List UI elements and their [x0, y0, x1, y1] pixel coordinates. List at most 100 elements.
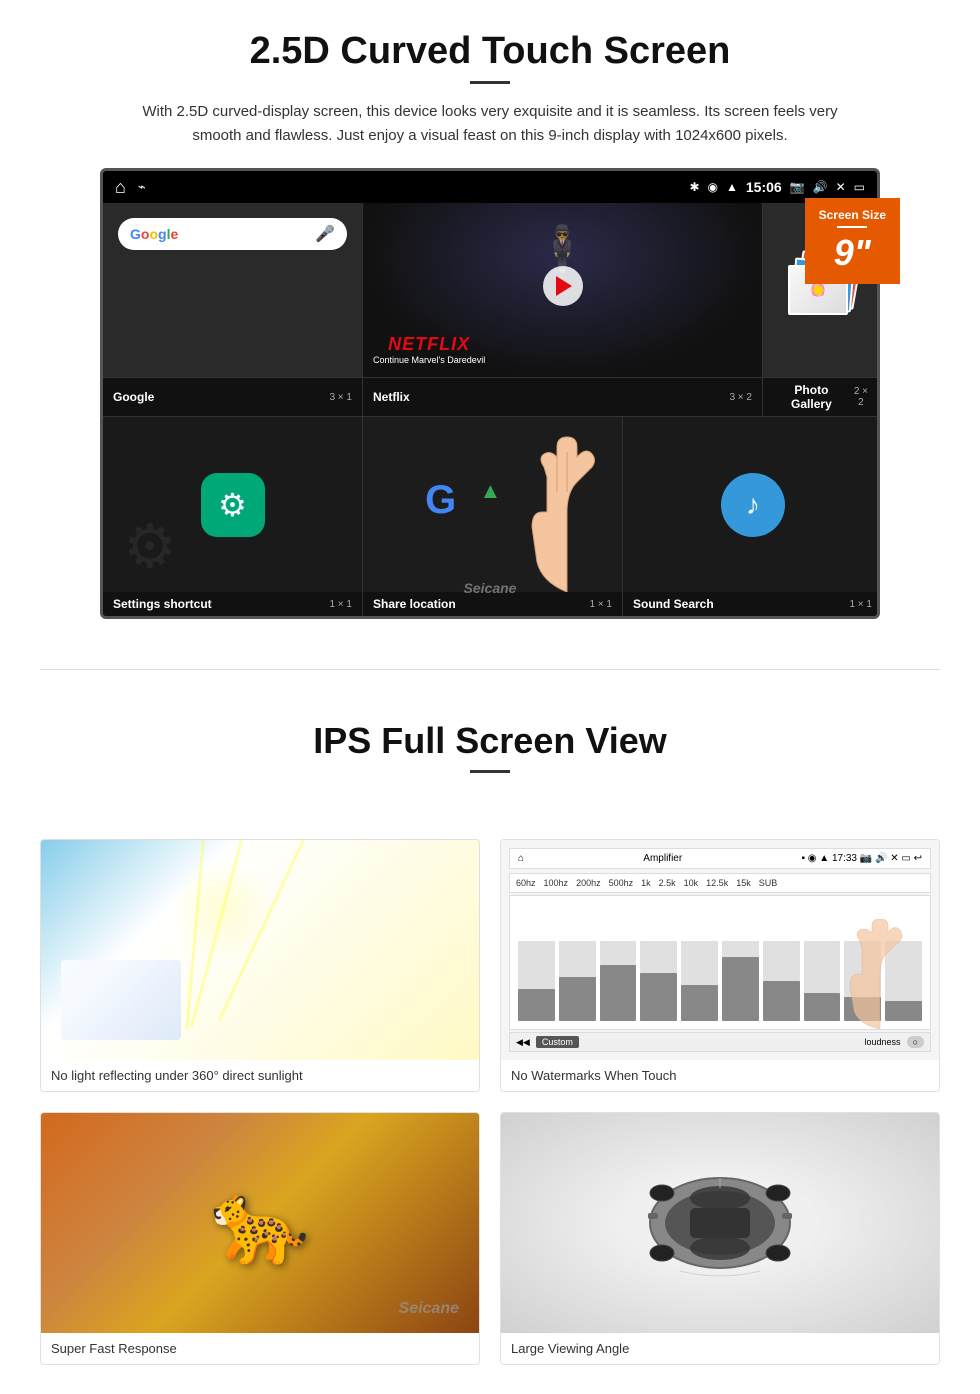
- eq-bar-3: [600, 941, 637, 1021]
- app-labels-row2: Settings shortcut 1 × 1 Share location 1…: [103, 592, 877, 616]
- equalizer-caption: No Watermarks When Touch: [501, 1060, 939, 1091]
- eq-bar-2: [559, 941, 596, 1021]
- volume-icon: 🔊: [813, 180, 828, 194]
- camera-icon: 📷: [790, 180, 805, 194]
- maps-app-cell[interactable]: G ▲: [363, 417, 623, 592]
- maps-label-name: Share location: [373, 597, 456, 611]
- eq-home-icon: ⌂: [518, 853, 524, 864]
- eq-bar-6: [722, 941, 759, 1021]
- eq-bars-container: [509, 895, 931, 1030]
- device-screen: ⌂ ⌁ ✱ ◉ ▲ 15:06 📷 🔊 ✕ ▭: [100, 168, 880, 619]
- eq-header: ⌂ Amplifier ▪ ◉ ▲ 17:33 📷 🔊 ✕ ▭ ↩: [509, 848, 931, 869]
- window-icon: ▭: [854, 180, 865, 194]
- app-grid-row1: Google 🎤 🕴 NETFLI: [103, 203, 877, 378]
- app-labels-row1: Google 3 × 1 Netflix 3 × 2 Photo Gallery…: [103, 378, 877, 417]
- image-card-cheetah: 🐆 Seicane Super Fast Response: [40, 1112, 480, 1365]
- section-ips-screen: IPS Full Screen View: [0, 700, 980, 819]
- netflix-app-cell[interactable]: 🕴 NETFLIX Continue Marvel's Daredevil: [363, 203, 763, 377]
- photo-label: Photo Gallery 2 × 2: [763, 378, 880, 416]
- google-label-name: Google: [113, 390, 154, 404]
- cheetah-watermark: Seicane: [399, 1300, 459, 1318]
- equalizer-visual: ⌂ Amplifier ▪ ◉ ▲ 17:33 📷 🔊 ✕ ▭ ↩ 60hz10…: [501, 840, 939, 1060]
- car-top-view-svg: [620, 1163, 820, 1283]
- sunlight-caption: No light reflecting under 360° direct su…: [41, 1060, 479, 1091]
- music-icon: ♪: [721, 473, 785, 537]
- sunlight-visual: [41, 840, 479, 1060]
- music-app-cell[interactable]: ♪: [623, 417, 880, 592]
- music-label: Sound Search 1 × 1: [623, 592, 880, 616]
- home-icon[interactable]: ⌂: [115, 177, 126, 198]
- music-label-name: Sound Search: [633, 597, 714, 611]
- badge-divider: [837, 226, 867, 228]
- wifi-icon: ▲: [726, 180, 738, 194]
- status-time: 15:06: [746, 179, 782, 195]
- title-divider: [470, 81, 510, 84]
- google-logo: Google: [130, 226, 178, 242]
- maps-g-icon: G: [425, 478, 456, 523]
- image-card-sunlight: No light reflecting under 360° direct su…: [40, 839, 480, 1092]
- badge-title: Screen Size: [819, 208, 886, 222]
- bg-circle-1: ⚙: [123, 512, 177, 582]
- device-mockup: Screen Size 9" ⌂ ⌁ ✱ ◉ ▲ 15:06 📷 🔊 ✕: [100, 168, 880, 619]
- section-divider-line: [40, 669, 940, 670]
- mic-icon[interactable]: 🎤: [315, 224, 335, 244]
- cheetah-icon: 🐆: [210, 1176, 310, 1270]
- image-card-car: Large Viewing Angle: [500, 1112, 940, 1365]
- status-bar-left: ⌂ ⌁: [115, 177, 146, 198]
- eq-freq-labels: 60hz100hz200hz500hz1k2.5k10k12.5k15kSUB: [509, 873, 931, 893]
- gear-icon: ⚙: [218, 486, 247, 524]
- music-label-size: 1 × 1: [849, 599, 872, 610]
- app-grid-row2: ⚙ ⚙ G ▲: [103, 417, 877, 592]
- usb-icon: ⌁: [138, 179, 146, 195]
- maps-arrow-icon: ▲: [480, 478, 502, 504]
- eq-title: Amplifier: [643, 853, 682, 864]
- eq-bar-8: [804, 941, 841, 1021]
- netflix-brand: NETFLIX: [373, 334, 485, 355]
- screen-reflection: [61, 960, 181, 1040]
- status-bar-right: ✱ ◉ ▲ 15:06 📷 🔊 ✕ ▭: [689, 179, 865, 195]
- badge-size-value: 9": [819, 232, 886, 274]
- settings-label-name: Settings shortcut: [113, 597, 212, 611]
- cheetah-caption: Super Fast Response: [41, 1333, 479, 1364]
- maps-label: Share location 1 × 1: [363, 592, 623, 616]
- cheetah-visual: 🐆 Seicane: [41, 1113, 479, 1333]
- play-triangle: [556, 276, 572, 296]
- netflix-label-size: 3 × 2: [729, 392, 752, 403]
- settings-label: Settings shortcut 1 × 1: [103, 592, 363, 616]
- eq-bar-1: [518, 941, 555, 1021]
- screen-size-badge: Screen Size 9": [805, 198, 900, 284]
- section1-description: With 2.5D curved-display screen, this de…: [140, 100, 840, 148]
- section-curved-screen: 2.5D Curved Touch Screen With 2.5D curve…: [0, 0, 980, 639]
- photo-label-size: 2 × 2: [850, 386, 872, 408]
- eq-footer: ◀◀ Custom loudness ○: [509, 1032, 931, 1052]
- eq-time: ▪ ◉ ▲ 17:33 📷 🔊 ✕ ▭ ↩: [801, 853, 922, 864]
- google-search-bar[interactable]: Google 🎤: [118, 218, 347, 250]
- google-app-cell[interactable]: Google 🎤: [103, 203, 363, 377]
- netflix-play-button[interactable]: [543, 266, 583, 306]
- eq-bar-4: [640, 941, 677, 1021]
- location-icon: ◉: [708, 180, 718, 194]
- car-visual: [501, 1113, 939, 1333]
- netflix-subtitle: Continue Marvel's Daredevil: [373, 355, 485, 365]
- music-note-icon: ♪: [746, 489, 760, 521]
- car-caption: Large Viewing Angle: [501, 1333, 939, 1364]
- eq-bar-7: [763, 941, 800, 1021]
- section1-title: 2.5D Curved Touch Screen: [60, 30, 920, 73]
- status-bar: ⌂ ⌁ ✱ ◉ ▲ 15:06 📷 🔊 ✕ ▭: [103, 171, 877, 203]
- photo-label-name: Photo Gallery: [773, 383, 850, 411]
- settings-icon: ⚙: [201, 473, 265, 537]
- bluetooth-icon: ✱: [689, 180, 699, 194]
- hand-pointing-svg: [512, 432, 622, 592]
- maps-label-size: 1 × 1: [589, 599, 612, 610]
- section2-title: IPS Full Screen View: [60, 720, 920, 762]
- settings-label-size: 1 × 1: [329, 599, 352, 610]
- netflix-label-name: Netflix: [373, 390, 410, 404]
- eq-bar-5: [681, 941, 718, 1021]
- settings-app-cell[interactable]: ⚙ ⚙: [103, 417, 363, 592]
- netflix-label: Netflix 3 × 2: [363, 378, 763, 416]
- eq-hand-svg: [840, 919, 920, 1029]
- google-label: Google 3 × 1: [103, 378, 363, 416]
- section2-divider: [470, 770, 510, 773]
- netflix-label-overlay: NETFLIX Continue Marvel's Daredevil: [373, 334, 485, 365]
- image-grid: No light reflecting under 360° direct su…: [0, 819, 980, 1385]
